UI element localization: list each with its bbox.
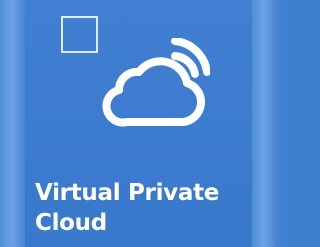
tile-label-line-1: Virtual Private (35, 180, 220, 206)
virtual-private-cloud-tile[interactable]: Virtual Private Cloud (25, 0, 252, 247)
tile-select-checkbox[interactable] (61, 16, 98, 53)
tile-label-line-2: Cloud (35, 210, 107, 236)
tile-label: Virtual Private Cloud (35, 178, 245, 238)
cloud-wifi-icon (102, 38, 210, 127)
